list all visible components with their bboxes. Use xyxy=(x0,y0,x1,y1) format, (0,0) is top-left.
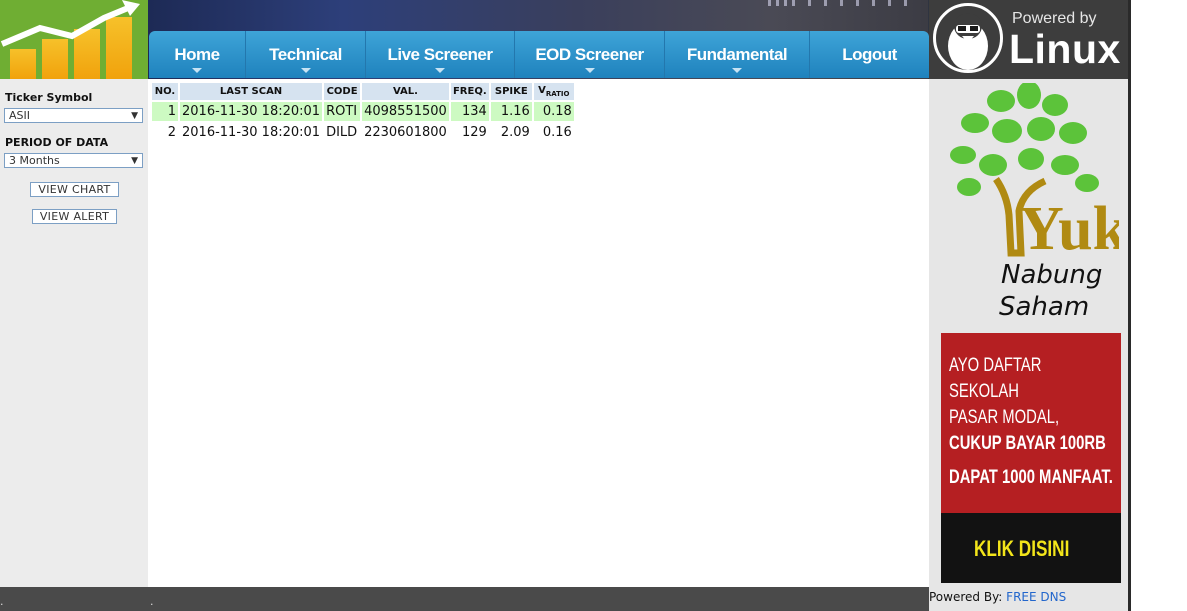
col-vratio-sub: RATIO xyxy=(545,90,570,98)
footer: . . Powered By: FREE DNS xyxy=(0,587,1130,611)
period-of-data-select[interactable]: 3 Months ▼ xyxy=(4,153,143,168)
nav-live-screener-label: Live Screener xyxy=(387,44,493,64)
banner-text-offer: CUKUP BAYAR 100RB DAPAT 1000 MANFAAT. xyxy=(949,427,1117,495)
table-header-row: NO. LAST SCAN CODE VAL. FREQ. SPIKE VRAT… xyxy=(152,83,574,100)
banner-line-1: AYO DAFTAR SEKOLAH xyxy=(949,355,1042,402)
ticker-symbol-value: ASII xyxy=(9,109,30,122)
ticker-symbol-label: Ticker Symbol xyxy=(5,91,93,104)
footer-dot-left: . xyxy=(0,595,4,608)
powered-by-linux-badge: Powered by Linux xyxy=(929,0,1130,79)
nav-technical-label: Technical xyxy=(269,44,342,64)
chevron-down-icon xyxy=(435,68,445,73)
linux-wordmark: Linux xyxy=(1009,26,1121,72)
cell-vratio: 0.16 xyxy=(542,125,572,140)
tree-saham-text: Saham xyxy=(999,292,1089,322)
cell-last-scan: 2016-11-30 18:20:01 xyxy=(180,102,323,121)
cell-no: 2 xyxy=(167,125,176,140)
tree-logo-icon: Yuk Nabung Saham xyxy=(950,81,1128,322)
view-alert-button[interactable]: VIEW ALERT xyxy=(32,209,117,224)
cell-val: 4098551500 xyxy=(362,102,449,121)
trend-arrow-icon xyxy=(0,0,140,47)
col-vratio-main: V xyxy=(538,85,546,96)
sekolah-pasar-modal-banner[interactable]: AYO DAFTAR SEKOLAH PASAR MODAL, CUKUP BA… xyxy=(941,333,1121,583)
nav-eod-screener[interactable]: EOD Screener xyxy=(515,31,665,78)
dropdown-arrow-icon: ▼ xyxy=(131,156,138,166)
nav-fundamental-label: Fundamental xyxy=(686,44,788,64)
col-code: CODE xyxy=(324,83,361,100)
cell-no: 1 xyxy=(152,102,178,121)
cell-code[interactable]: DILD xyxy=(324,123,360,142)
ticker-symbol-select[interactable]: ASII ▼ xyxy=(4,108,143,123)
table-row[interactable]: 1 2016-11-30 18:20:01 ROTI 4098551500 13… xyxy=(152,102,574,121)
header: Home Technical Live Screener EOD Screene… xyxy=(0,0,1130,79)
col-no: NO. xyxy=(152,83,178,100)
cell-val: 2230601800 xyxy=(364,125,447,140)
dropdown-arrow-icon: ▼ xyxy=(131,111,138,121)
main-content: NO. LAST SCAN CODE VAL. FREQ. SPIKE VRAT… xyxy=(148,79,929,587)
screener-table: NO. LAST SCAN CODE VAL. FREQ. SPIKE VRAT… xyxy=(150,81,576,144)
banner-line-3: CUKUP BAYAR 100RB xyxy=(949,433,1106,454)
yuk-nabung-saham-ad[interactable]: Yuk Nabung Saham xyxy=(941,81,1128,323)
view-chart-button[interactable]: VIEW CHART xyxy=(30,182,119,197)
col-vratio: VRATIO xyxy=(533,83,574,100)
nav-logout-label: Logout xyxy=(842,44,897,64)
banner-line-4: DAPAT 1000 MANFAAT. xyxy=(949,467,1113,488)
chevron-down-icon xyxy=(584,68,595,73)
nav-live-screener[interactable]: Live Screener xyxy=(366,31,515,78)
tux-penguin-icon xyxy=(933,3,1003,73)
main-nav: Home Technical Live Screener EOD Screene… xyxy=(149,31,929,78)
nav-home-label: Home xyxy=(174,44,220,64)
cell-code[interactable]: ROTI xyxy=(324,102,361,121)
banner-cta[interactable]: KLIK DISINI xyxy=(974,536,1069,562)
period-value: 3 Months xyxy=(9,154,60,167)
footer-dot-mid: . xyxy=(150,595,154,608)
free-dns-link[interactable]: FREE DNS xyxy=(1006,590,1066,604)
cell-spike: 1.16 xyxy=(490,102,532,121)
table-row[interactable]: 2 2016-11-30 18:20:01 DILD 2230601800 12… xyxy=(152,123,574,142)
nav-home[interactable]: Home xyxy=(149,31,246,78)
cell-vratio: 0.18 xyxy=(533,102,574,121)
footer-powered-label: Powered By: xyxy=(929,590,1003,604)
cell-freq: 129 xyxy=(461,125,487,140)
footer-powered-by: Powered By: FREE DNS xyxy=(929,587,1129,611)
cell-freq: 134 xyxy=(450,102,489,121)
col-freq: FREQ. xyxy=(450,83,489,100)
col-val: VAL. xyxy=(362,83,449,100)
col-last-scan: LAST SCAN xyxy=(180,83,323,100)
nav-logout[interactable]: Logout xyxy=(810,31,929,78)
chevron-down-icon xyxy=(192,68,202,73)
right-ad-column: Yuk Nabung Saham AYO DAFTAR SEKOLAH PASA… xyxy=(929,79,1129,587)
nav-fundamental[interactable]: Fundamental xyxy=(665,31,810,78)
banner-text-top: AYO DAFTAR SEKOLAH PASAR MODAL, xyxy=(949,353,1113,431)
nav-eod-screener-label: EOD Screener xyxy=(535,44,644,64)
cell-spike: 2.09 xyxy=(500,125,530,140)
tree-nabung-text: Nabung xyxy=(1001,260,1102,290)
chevron-down-icon xyxy=(732,68,742,73)
col-spike: SPIKE xyxy=(490,83,532,100)
tree-brand-text: Yuk xyxy=(1019,195,1119,263)
window-right-edge xyxy=(1128,0,1131,611)
cell-last-scan: 2016-11-30 18:20:01 xyxy=(182,125,321,140)
site-logo[interactable] xyxy=(0,0,148,79)
sidebar: Ticker Symbol ASII ▼ PERIOD OF DATA 3 Mo… xyxy=(0,79,148,587)
period-of-data-label: PERIOD OF DATA xyxy=(5,136,109,149)
nav-technical[interactable]: Technical xyxy=(246,31,366,78)
chevron-down-icon xyxy=(300,68,311,73)
page-frame: Home Technical Live Screener EOD Screene… xyxy=(0,0,1130,611)
